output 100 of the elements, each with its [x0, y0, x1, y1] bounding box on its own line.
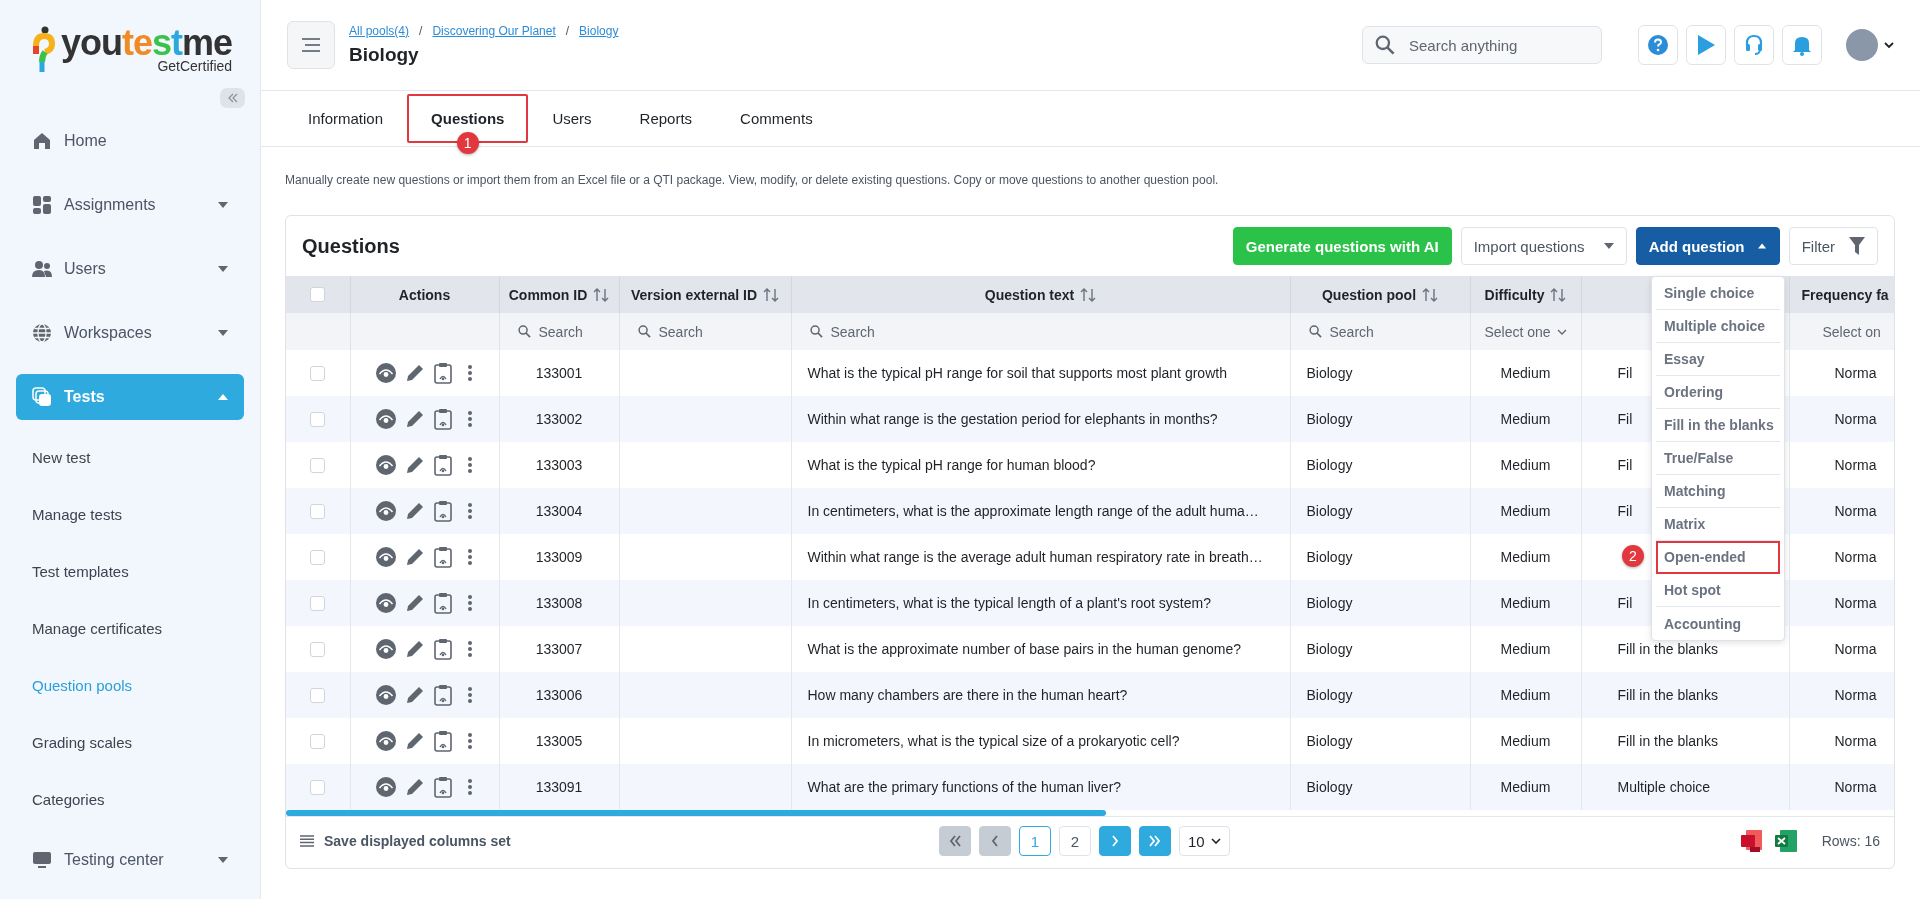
more-icon[interactable]: [467, 456, 473, 474]
pencil-icon[interactable]: [405, 363, 425, 383]
sort-icon[interactable]: [1080, 287, 1097, 302]
row-checkbox[interactable]: [310, 503, 326, 519]
breadcrumb-link[interactable]: Discovering Our Planet: [432, 24, 556, 38]
import-dropdown[interactable]: Import questions: [1460, 227, 1627, 265]
column-header[interactable]: Actions: [398, 286, 451, 303]
clipboard-icon[interactable]: [434, 776, 452, 798]
collapse-button[interactable]: [220, 88, 245, 108]
menu-item[interactable]: Multiple choice: [1656, 310, 1780, 343]
menu-button[interactable]: [287, 21, 335, 69]
row-checkbox[interactable]: [310, 549, 326, 565]
tab[interactable]: Comments: [716, 94, 837, 143]
pdf-icon[interactable]: [1739, 829, 1764, 853]
clipboard-icon[interactable]: [434, 546, 452, 568]
clipboard-icon[interactable]: [434, 592, 452, 614]
sidebar-item[interactable]: Assignments: [16, 182, 244, 228]
support-button[interactable]: [1734, 25, 1774, 65]
row-checkbox[interactable]: [310, 365, 326, 381]
last-page-button[interactable]: [1139, 826, 1171, 856]
pencil-icon[interactable]: [405, 409, 425, 429]
sidebar-item[interactable]: Testing center: [16, 837, 244, 883]
breadcrumb-link[interactable]: Biology: [579, 24, 619, 38]
eye-icon[interactable]: [376, 639, 396, 659]
pencil-icon[interactable]: [405, 731, 425, 751]
select-all-checkbox[interactable]: [310, 287, 326, 302]
clipboard-icon[interactable]: [434, 454, 452, 476]
clipboard-icon[interactable]: [434, 684, 452, 706]
more-icon[interactable]: [467, 686, 473, 704]
eye-icon[interactable]: [376, 685, 396, 705]
sort-icon[interactable]: [593, 287, 610, 302]
sidebar-item[interactable]: Users: [16, 246, 244, 292]
save-columns-link[interactable]: Save displayed columns set: [324, 833, 511, 849]
search-field[interactable]: Search anything: [1362, 26, 1602, 64]
pencil-icon[interactable]: [405, 593, 425, 613]
breadcrumb-link[interactable]: All pools(4): [349, 24, 410, 38]
eye-icon[interactable]: [376, 777, 396, 797]
sidebar-subitem[interactable]: Manage certificates: [0, 600, 260, 657]
eye-icon[interactable]: [376, 409, 396, 429]
help-button[interactable]: [1638, 25, 1678, 65]
user-avatar[interactable]: [1846, 29, 1878, 61]
more-icon[interactable]: [467, 410, 473, 428]
sidebar-item[interactable]: Home: [16, 118, 244, 164]
eye-icon[interactable]: [376, 731, 396, 751]
row-checkbox[interactable]: [310, 411, 326, 427]
sidebar-subitem[interactable]: Manage tests: [0, 486, 260, 543]
column-search-field[interactable]: Search: [1329, 323, 1374, 340]
more-icon[interactable]: [467, 778, 473, 796]
sidebar-subitem[interactable]: Categories: [0, 771, 260, 828]
sidebar-subitem[interactable]: Grading scales: [0, 714, 260, 771]
pencil-icon[interactable]: [405, 501, 425, 521]
column-search-field[interactable]: Search: [538, 323, 583, 340]
row-checkbox[interactable]: [310, 779, 326, 795]
add-question-button[interactable]: Add question: [1635, 227, 1780, 265]
menu-item[interactable]: Matrix: [1656, 508, 1780, 541]
more-icon[interactable]: [467, 594, 473, 612]
row-checkbox[interactable]: [310, 641, 326, 657]
sort-icon[interactable]: [763, 287, 780, 302]
menu-item[interactable]: Open-ended: [1656, 541, 1780, 574]
eye-icon[interactable]: [376, 593, 396, 613]
column-search-field[interactable]: Search: [658, 323, 703, 340]
row-checkbox[interactable]: [310, 457, 326, 473]
clipboard-icon[interactable]: [434, 362, 452, 384]
tab[interactable]: Reports: [615, 94, 717, 143]
menu-item[interactable]: Hot spot: [1656, 574, 1780, 607]
chevron-down-icon[interactable]: [1884, 41, 1894, 49]
more-icon[interactable]: [467, 364, 473, 382]
sidebar-subitem[interactable]: Test templates: [0, 543, 260, 600]
sidebar-subitem[interactable]: New test: [0, 429, 260, 486]
sort-icon[interactable]: [1550, 287, 1567, 302]
sidebar-item[interactable]: Workspaces: [16, 310, 244, 356]
filter-button[interactable]: Filter: [1788, 227, 1878, 265]
eye-icon[interactable]: [376, 501, 396, 521]
more-icon[interactable]: [467, 640, 473, 658]
pencil-icon[interactable]: [405, 639, 425, 659]
more-icon[interactable]: [467, 732, 473, 750]
notifications-button[interactable]: [1782, 25, 1822, 65]
pencil-icon[interactable]: [405, 685, 425, 705]
more-icon[interactable]: [467, 548, 473, 566]
row-checkbox[interactable]: [310, 733, 326, 749]
menu-item[interactable]: Essay: [1656, 343, 1780, 376]
menu-item[interactable]: Matching: [1656, 475, 1780, 508]
page-button[interactable]: 2: [1059, 826, 1091, 856]
play-button[interactable]: [1686, 25, 1726, 65]
sort-icon[interactable]: [1422, 287, 1439, 302]
row-checkbox[interactable]: [310, 687, 326, 703]
menu-item[interactable]: Accounting: [1656, 607, 1780, 640]
column-search-field[interactable]: Search: [830, 323, 875, 340]
eye-icon[interactable]: [376, 455, 396, 475]
page-size-select[interactable]: 10: [1179, 826, 1230, 856]
tab[interactable]: Information: [284, 94, 408, 143]
menu-item[interactable]: Fill in the blanks: [1656, 409, 1780, 442]
eye-icon[interactable]: [376, 547, 396, 567]
pencil-icon[interactable]: [405, 777, 425, 797]
menu-item[interactable]: Ordering: [1656, 376, 1780, 409]
row-checkbox[interactable]: [310, 595, 326, 611]
scrollbar-thumb[interactable]: [286, 810, 1106, 816]
clipboard-icon[interactable]: [434, 730, 452, 752]
menu-item[interactable]: True/False: [1656, 442, 1780, 475]
tab[interactable]: Users: [528, 94, 616, 143]
